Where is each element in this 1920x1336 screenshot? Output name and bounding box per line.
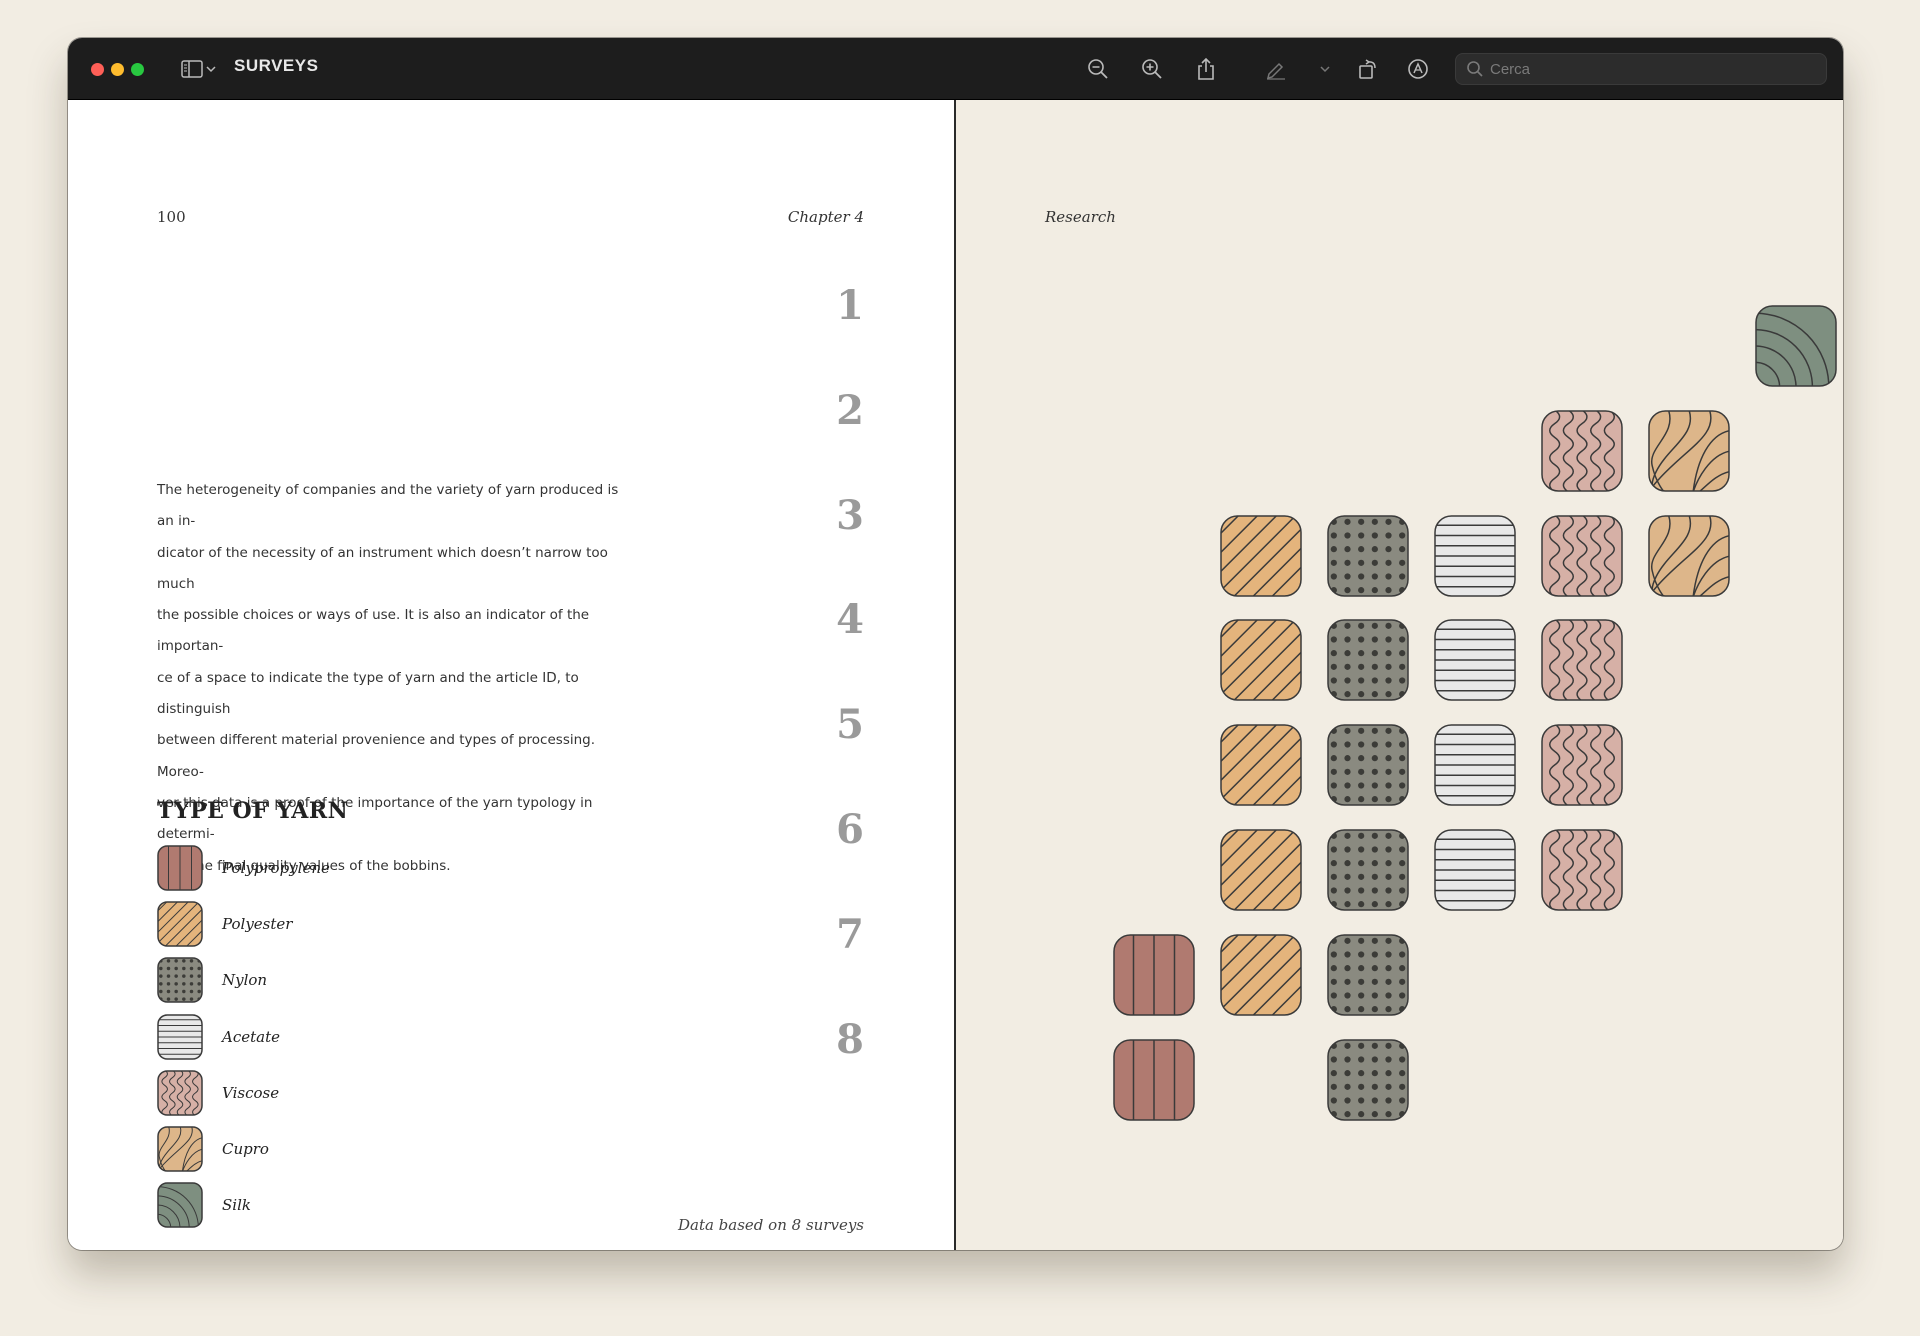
tile-survey-5-viscose (1541, 724, 1623, 810)
search-icon (1466, 60, 1484, 82)
tile-survey-3-viscose (1541, 514, 1623, 601)
survey-number: 5 (836, 701, 864, 749)
survey-number: 1 (836, 282, 864, 329)
tile-survey-6-viscose (1541, 829, 1623, 915)
tile-survey-7-nylon (1327, 934, 1409, 1020)
tile-survey-5-acetate (1434, 724, 1516, 810)
tile-survey-2-cupro (1648, 410, 1730, 496)
tile-survey-3-acetate (1434, 514, 1516, 601)
share-icon[interactable] (1192, 55, 1220, 83)
zoom-out-icon[interactable] (1084, 55, 1112, 83)
body-line: between different material provenience a… (157, 732, 596, 780)
right-page: Research (956, 100, 1843, 1250)
tile-survey-6-polyester (1220, 829, 1302, 915)
survey-number: 2 (836, 386, 864, 434)
survey-number: 4 (836, 596, 864, 644)
tile-survey-6-acetate (1434, 829, 1516, 915)
search-field[interactable]: Cerca (1455, 53, 1827, 85)
legend-label: Acetate (222, 1027, 280, 1046)
tile-survey-4-viscose (1541, 619, 1623, 705)
chevron-down-icon[interactable] (204, 55, 218, 83)
zoom-window-button[interactable] (131, 63, 144, 76)
tile-survey-3-cupro (1648, 514, 1730, 601)
tile-survey-1-silk (1755, 305, 1837, 391)
tile-survey-6-nylon (1327, 829, 1409, 915)
body-line: dicator of the necessity of an instrumen… (157, 544, 608, 592)
zoom-in-icon[interactable] (1138, 55, 1166, 83)
legend-label: Cupro (222, 1140, 269, 1158)
body-line: The heterogeneity of companies and the v… (157, 482, 619, 530)
tile-survey-3-polyester (1220, 514, 1302, 601)
body-line: the possible choices or ways of use. It … (157, 607, 590, 655)
tile-survey-2-viscose (1541, 410, 1623, 496)
footnote: Data based on 8 surveys (677, 1216, 864, 1234)
page-number: 100 (157, 208, 186, 226)
legend-label: Silk (222, 1196, 251, 1215)
legend-label: Polypropylene (222, 859, 330, 877)
search-placeholder: Cerca (1490, 61, 1531, 78)
tile-survey-8-polypropylene (1113, 1038, 1195, 1125)
tile-survey-3-nylon (1327, 514, 1409, 601)
tile-survey-7-polyester (1220, 934, 1302, 1020)
chevron-down-icon[interactable] (1318, 55, 1332, 83)
minimize-window-button[interactable] (111, 63, 124, 76)
highlight-pen-icon[interactable] (1262, 55, 1290, 83)
rotate-icon[interactable] (1354, 55, 1382, 83)
window-title: SURVEYS (234, 56, 319, 75)
legend-label: Nylon (222, 971, 268, 990)
preview-window: SURVEYS Cerca 100 Chapter 4 1 2 3 4 5 6 … (68, 38, 1843, 1250)
survey-number: 7 (836, 910, 864, 958)
tile-survey-5-polyester (1220, 724, 1302, 810)
left-page: 100 Chapter 4 1 2 3 4 5 6 7 8 The heterogeneity… (68, 100, 954, 1250)
survey-number: 3 (836, 491, 864, 539)
legend-label: Viscose (222, 1083, 280, 1102)
tile-survey-5-nylon (1327, 724, 1409, 810)
tile-survey-4-nylon (1327, 619, 1409, 705)
tile-survey-4-acetate (1434, 619, 1516, 705)
tile-survey-7-polypropylene (1113, 934, 1195, 1020)
body-line: ce of a space to indicate the type of ya… (157, 669, 579, 718)
legend-label: Polyester (222, 915, 293, 934)
titlebar: SURVEYS Cerca (68, 38, 1843, 100)
legend-title: TYPE OF YARN (157, 798, 349, 824)
research-header: Research (1045, 208, 1116, 226)
close-window-button[interactable] (91, 63, 104, 76)
tile-survey-8-nylon (1327, 1038, 1409, 1125)
survey-number: 6 (836, 806, 864, 853)
markup-icon[interactable] (1404, 55, 1432, 83)
survey-number: 8 (836, 1015, 864, 1063)
chapter-label: Chapter 4 (787, 208, 864, 226)
sidebar-icon[interactable] (178, 55, 206, 83)
tile-survey-4-polyester (1220, 619, 1302, 705)
